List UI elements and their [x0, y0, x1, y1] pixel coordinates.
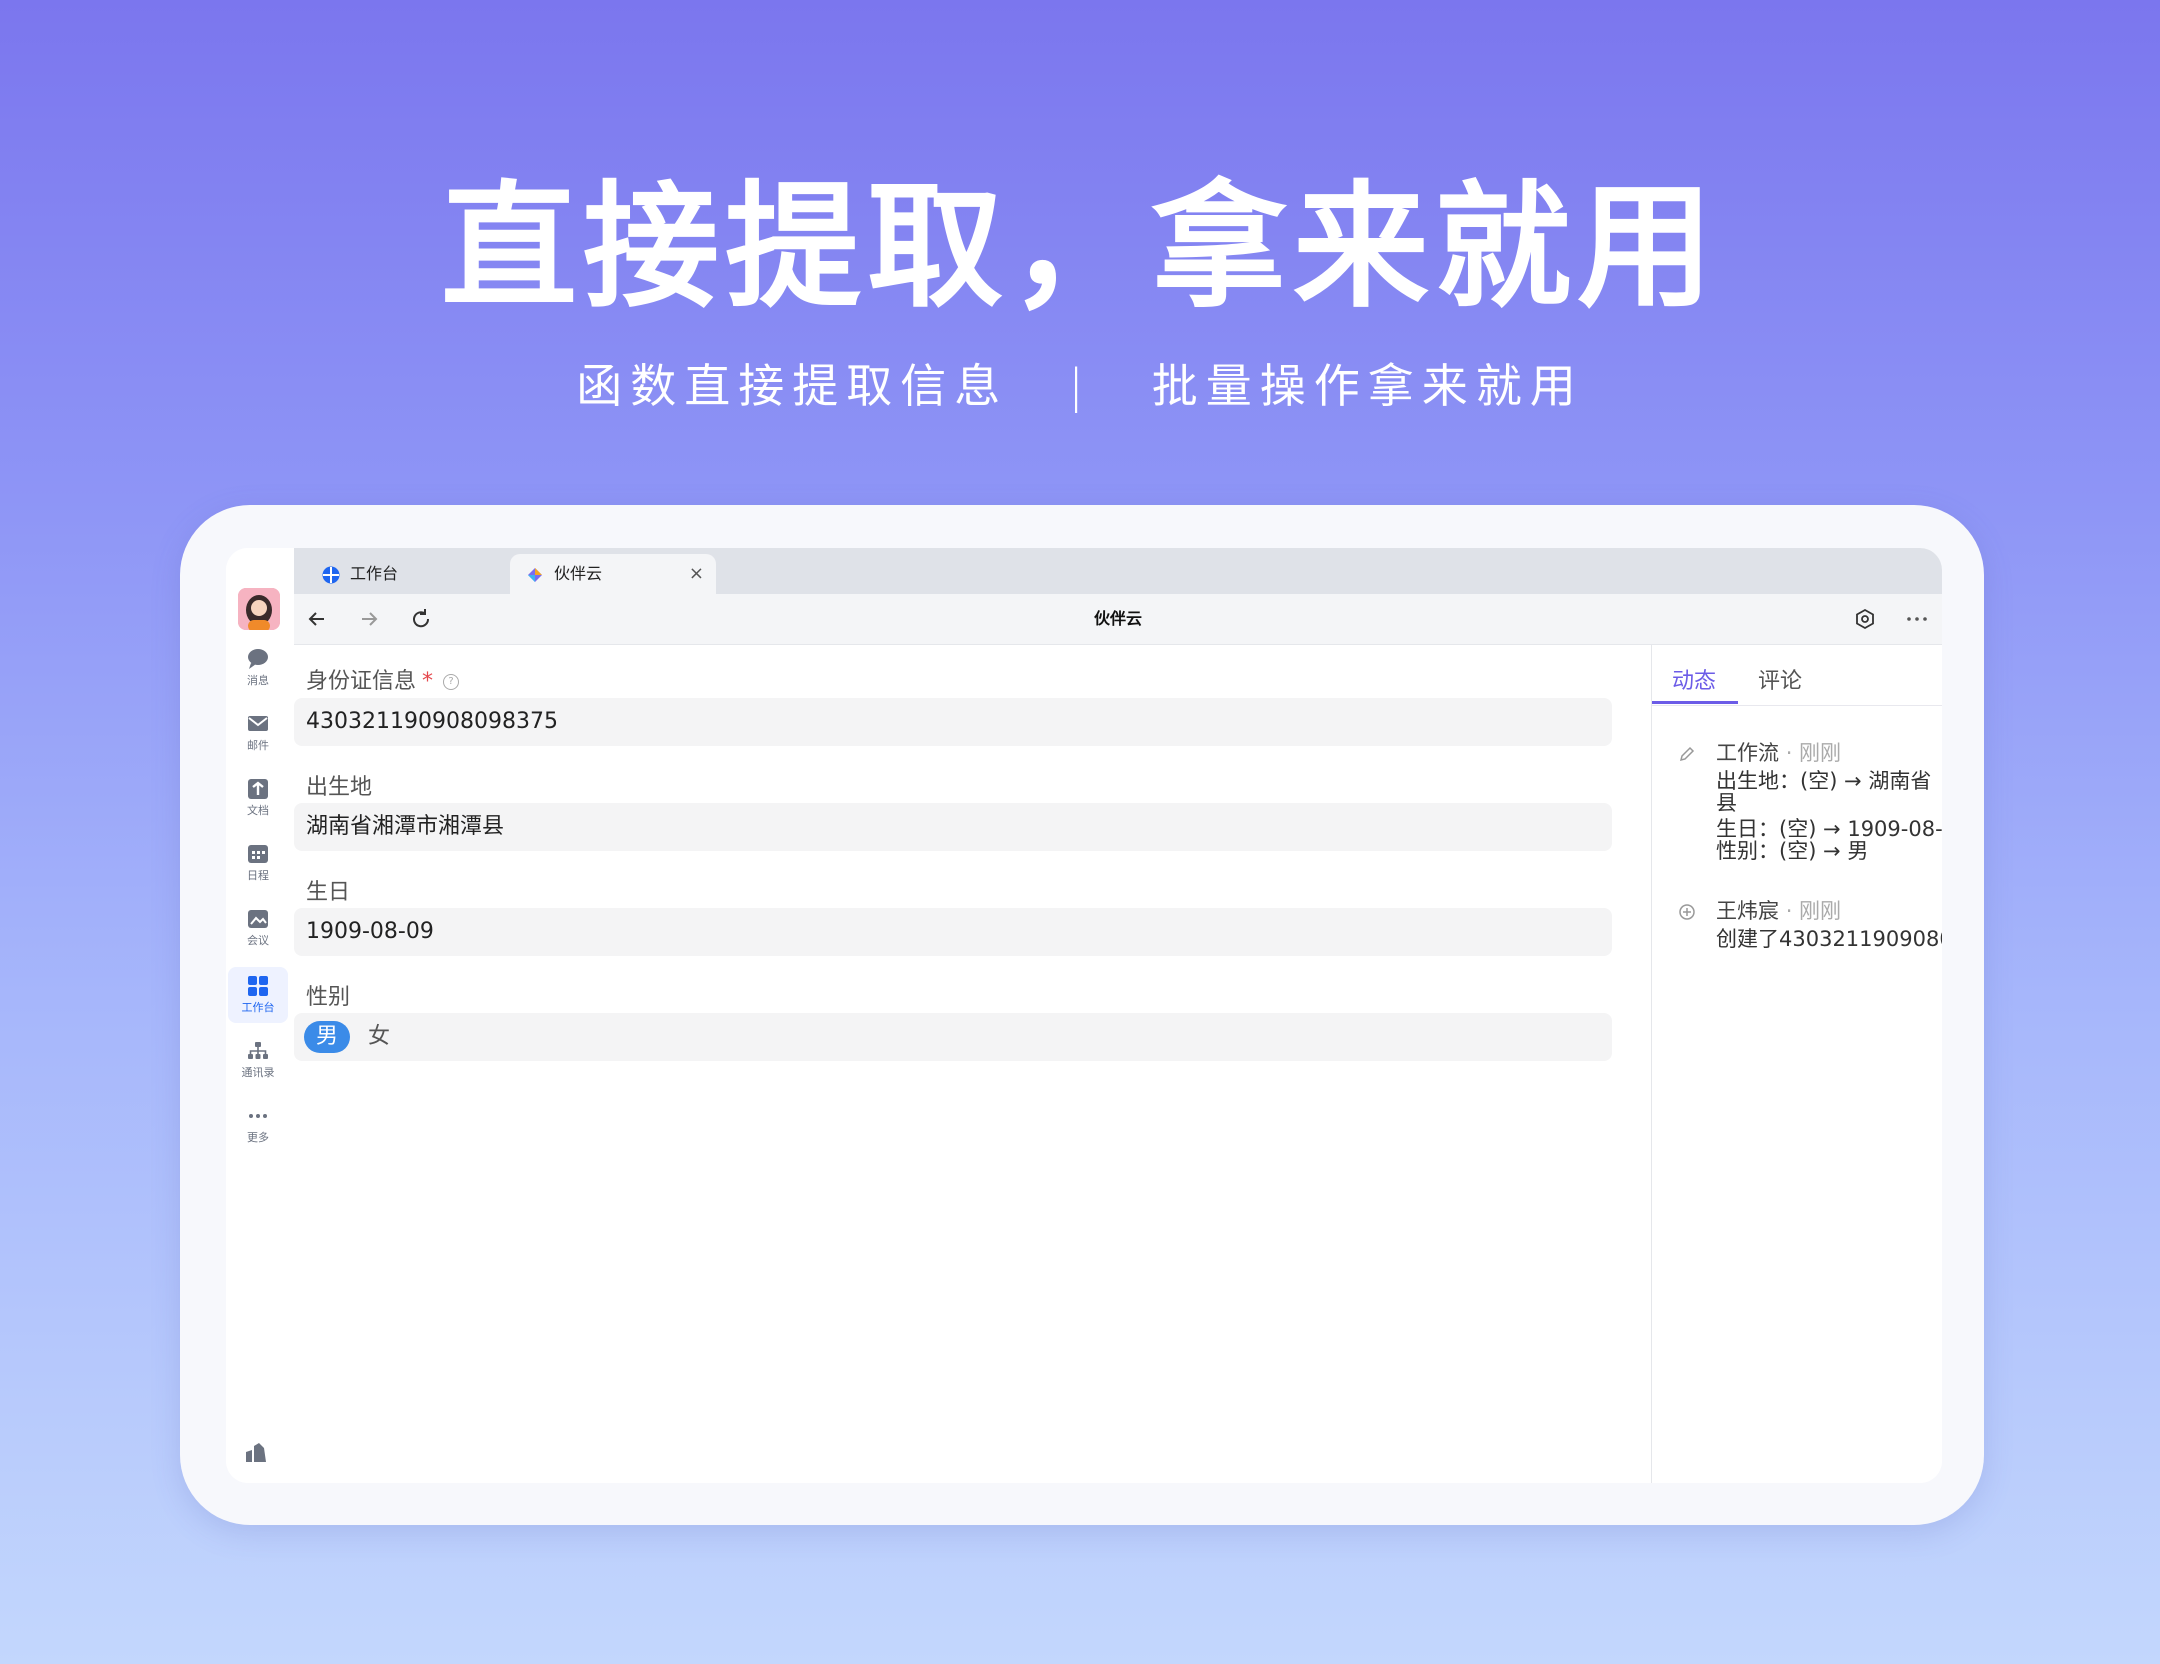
activity-time: · 刚刚 [1785, 899, 1842, 923]
field-label-birthday: 生日 [306, 880, 351, 905]
avatar[interactable] [238, 588, 280, 630]
rail-item-workbench[interactable]: 工作台 [228, 967, 288, 1023]
activity-time: · 刚刚 [1785, 741, 1842, 765]
rail-item-label: 更多 [247, 1131, 269, 1144]
help-icon[interactable]: ? [443, 674, 460, 690]
birthday-field[interactable]: 1909-08-09 [294, 908, 1612, 956]
forward-arrow-icon[interactable] [356, 606, 382, 632]
plus-circle-icon [1679, 904, 1695, 920]
activity-line: 性别：(空) → 男 [1716, 839, 1869, 863]
more-icon [249, 1114, 267, 1118]
birthplace-field[interactable]: 湖南省湘潭市湘潭县 [294, 803, 1612, 851]
calendar-icon [248, 845, 268, 863]
rail-item-label: 通讯录 [241, 1066, 275, 1079]
gender-option-female[interactable]: 女 [356, 1021, 402, 1053]
rail-item-label: 邮件 [247, 739, 269, 752]
activity-line: 生日：(空) → 1909-08-0 [1716, 817, 1942, 841]
record-form: 身份证信息 *? 430321190908098375 出生地 湖南省湘潭市湘潭县… [294, 645, 1634, 1483]
mail-icon [248, 716, 268, 731]
gender-option-male[interactable]: 男 [304, 1021, 351, 1053]
hero-subtitle: 函数直接提取信息 | 批量操作拿来就用 [0, 356, 2160, 416]
rail-item-calendar[interactable]: 日程 [228, 835, 288, 891]
rail-item-contacts[interactable]: 通讯录 [228, 1032, 288, 1088]
tab-workbench[interactable]: 工作台 [306, 554, 506, 594]
pencil-icon [1679, 746, 1695, 762]
tab-comments[interactable]: 评论 [1758, 663, 1802, 695]
gender-field: 男女 [294, 1013, 1612, 1061]
required-mark: * [422, 669, 434, 694]
field-label-text: 身份证信息 [306, 669, 417, 694]
rail-item-messages[interactable]: 消息 [228, 640, 288, 696]
hero-subtitle-left: 函数直接提取信息 [576, 359, 1009, 413]
rail-item-label: 日程 [247, 869, 269, 882]
rail-item-meetings[interactable]: 会议 [228, 900, 288, 956]
settings-hexagon-icon[interactable] [1852, 606, 1878, 632]
activity-header: 工作流 · 刚刚 [1716, 741, 1841, 765]
rail-item-label: 会议 [247, 934, 269, 947]
activity-line: 出生地：(空) → 湖南省 [1716, 769, 1932, 793]
workbench-tab-icon [322, 566, 340, 584]
activity-actor: 工作流 [1716, 741, 1779, 765]
field-label-gender: 性别 [306, 985, 351, 1010]
browser-tab-bar: 工作台 伙伴云 × [294, 548, 1942, 594]
activity-line: 创建了4303211909080 [1716, 927, 1942, 951]
app-logo-icon[interactable] [244, 1440, 268, 1464]
tab-huoban[interactable]: 伙伴云 × [510, 554, 716, 594]
id-number-field[interactable]: 430321190908098375 [294, 698, 1612, 746]
hero-subtitle-separator: | [1068, 359, 1092, 413]
hero-title: 直接提取，拿来就用 [441, 169, 1719, 327]
page-title: 伙伴云 [1093, 609, 1142, 628]
activity-line: 县 [1716, 791, 1737, 815]
field-label-birthplace: 出生地 [306, 775, 373, 800]
rail-item-label: 工作台 [241, 1001, 275, 1014]
chat-icon [248, 649, 268, 669]
close-icon[interactable]: × [689, 554, 704, 594]
browser-toolbar: 伙伴云 [294, 594, 1942, 645]
rail-item-label: 消息 [247, 674, 269, 687]
huoban-logo-icon [528, 568, 542, 582]
hero-subtitle-right: 批量操作拿来就用 [1151, 359, 1584, 413]
doc-icon [248, 779, 268, 799]
activity-actor: 王炜宸 [1716, 899, 1779, 923]
rail-item-mail[interactable]: 邮件 [228, 705, 288, 761]
rail-item-label: 文档 [247, 804, 269, 817]
refresh-icon[interactable] [408, 606, 434, 632]
rail-item-docs[interactable]: 文档 [228, 770, 288, 826]
app-screen: 消息 邮件 文档 日程 会议 工作台 通讯录 更多 工作台 伙伴云 × 伙伴云 … [226, 548, 1942, 1483]
active-tab-underline [1652, 701, 1738, 704]
field-label-id: 身份证信息 *? [306, 663, 460, 695]
activity-header: 王炜宸 · 刚刚 [1716, 899, 1841, 923]
meeting-icon [248, 910, 268, 928]
activity-panel: 动态 评论 工作流 · 刚刚 出生地：(空) → 湖南省 县 生日：(空) → … [1651, 645, 1942, 1483]
tab-label: 工作台 [350, 564, 399, 583]
tab-label: 伙伴云 [554, 564, 603, 583]
contacts-icon [248, 1042, 268, 1059]
tab-activity[interactable]: 动态 [1672, 663, 1716, 695]
left-rail: 消息 邮件 文档 日程 会议 工作台 通讯录 更多 [226, 548, 294, 1483]
back-arrow-icon[interactable] [304, 606, 330, 632]
rail-item-more[interactable]: 更多 [228, 1097, 288, 1153]
more-menu-icon[interactable] [1904, 606, 1930, 632]
workbench-icon [248, 976, 268, 996]
panel-tabs: 动态 评论 [1652, 645, 1942, 706]
